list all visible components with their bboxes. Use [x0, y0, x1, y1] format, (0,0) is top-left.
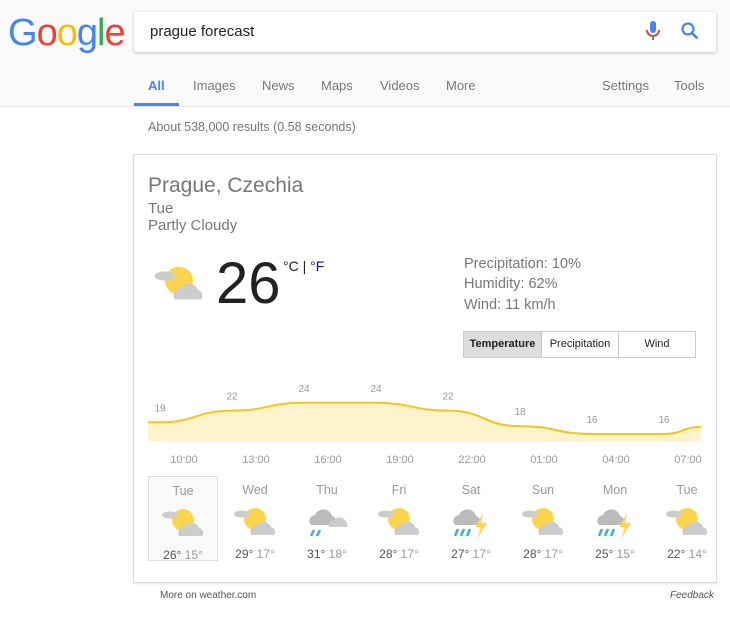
low-temp: 15° [616, 547, 635, 561]
day-name: Tue [172, 484, 194, 498]
x-tick-label: 01:00 [530, 454, 558, 466]
high-temp: 28° [523, 547, 542, 561]
low-temp: 17° [472, 547, 491, 561]
forecast-day[interactable]: Fri 28° 17° [364, 476, 434, 561]
forecast-day[interactable]: Wed 29° 17° [220, 476, 290, 561]
high-temp: 31° [307, 547, 326, 561]
thunderstorm-icon [597, 509, 631, 539]
day-temps: 28° 17° [508, 547, 578, 561]
high-temp: 22° [667, 547, 686, 561]
low-temp: 14° [688, 547, 707, 561]
day-temps: 27° 17° [436, 547, 506, 561]
day-temps: 29° 17° [220, 547, 290, 561]
feedback-link[interactable]: Feedback [670, 590, 714, 601]
x-tick-label: 10:00 [170, 454, 198, 466]
day-temps: 26° 15° [149, 548, 217, 562]
data-label: 24 [370, 384, 382, 395]
rain-icon [309, 509, 348, 537]
high-temp: 28° [379, 547, 398, 561]
day-name: Thu [316, 483, 338, 497]
partly-cloudy-icon [666, 508, 708, 535]
high-temp: 29° [235, 547, 254, 561]
day-name: Tue [676, 483, 698, 497]
day-temps: 25° 15° [580, 547, 650, 561]
x-tick-label: 04:00 [602, 454, 630, 466]
low-temp: 15° [184, 548, 203, 562]
high-temp: 26° [163, 548, 182, 562]
day-name: Sun [531, 483, 555, 497]
day-name: Wed [242, 483, 268, 497]
partly-cloudy-icon [378, 508, 420, 535]
forecast-day[interactable]: Tue 26° 15° [148, 476, 218, 562]
x-tick-label: 13:00 [242, 454, 270, 466]
forecast-day[interactable]: Sun 28° 17° [508, 476, 578, 561]
low-temp: 17° [544, 547, 563, 561]
forecast-day[interactable]: Thu 31° 18° [292, 476, 362, 561]
forecast-day[interactable]: Tue 22° 14° [652, 476, 722, 561]
x-tick-label: 16:00 [314, 454, 342, 466]
high-temp: 25° [595, 547, 614, 561]
x-tick-label: 07:00 [674, 454, 702, 466]
day-name: Mon [602, 483, 628, 497]
data-label: 22 [442, 392, 454, 403]
day-name: Sat [461, 483, 481, 497]
partly-cloudy-icon [234, 508, 276, 535]
day-temps: 22° 14° [652, 547, 722, 561]
data-label: 16 [658, 415, 670, 426]
low-temp: 18° [328, 547, 347, 561]
day-temps: 31° 18° [292, 547, 362, 561]
data-label: 19 [154, 403, 166, 414]
high-temp: 27° [451, 547, 470, 561]
temperature-chart: 19 22 24 24 22 18 16 16 10:00 13:00 16:00 19:00 22:0… [148, 384, 702, 466]
data-label: 22 [226, 392, 238, 403]
thunderstorm-icon [453, 509, 487, 539]
more-on-weather-link[interactable]: More on weather.com [160, 590, 256, 601]
x-tick-label: 19:00 [386, 454, 414, 466]
partly-cloudy-icon [522, 508, 564, 535]
low-temp: 17° [400, 547, 419, 561]
forecast-day[interactable]: Mon 25° 15° [580, 476, 650, 561]
day-name: Fri [391, 483, 407, 497]
data-label: 24 [298, 384, 310, 395]
data-label: 18 [514, 407, 526, 418]
data-label: 16 [586, 415, 598, 426]
x-tick-label: 22:00 [458, 454, 486, 466]
day-temps: 28° 17° [364, 547, 434, 561]
partly-cloudy-icon [162, 509, 204, 536]
forecast-day[interactable]: Sat 27° 17° [436, 476, 506, 561]
low-temp: 17° [256, 547, 275, 561]
